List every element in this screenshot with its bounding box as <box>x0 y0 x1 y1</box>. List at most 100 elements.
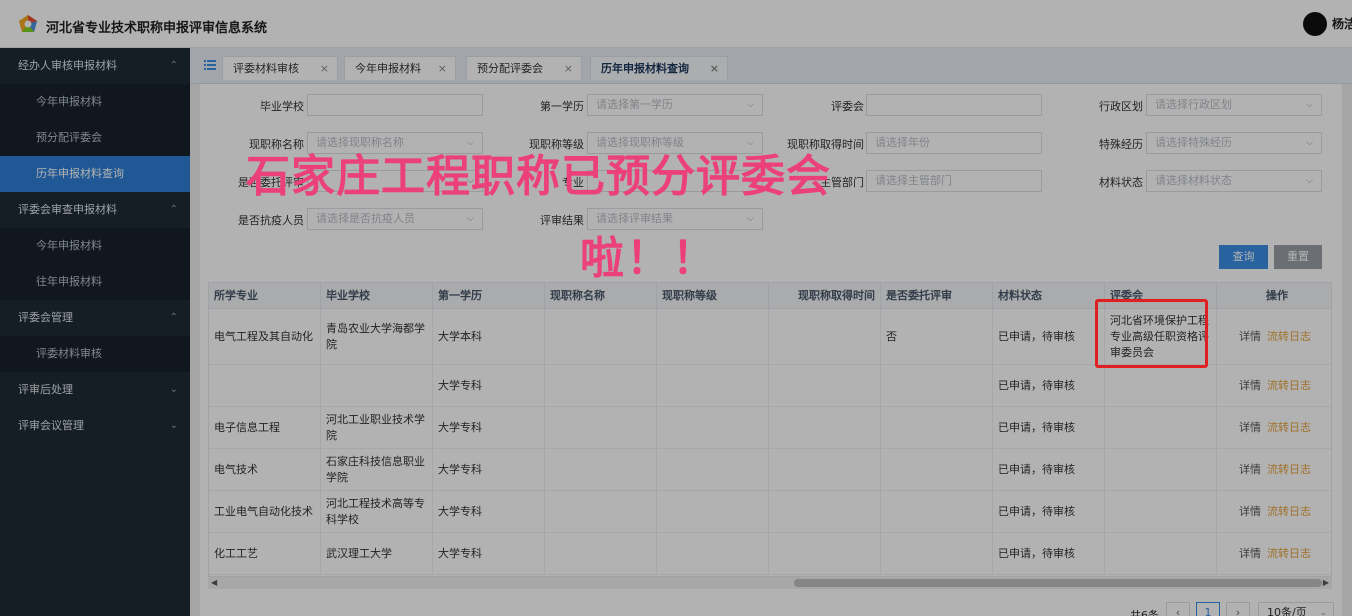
cell-degree: 大学专科 <box>433 533 545 575</box>
app-logo-icon <box>19 15 37 32</box>
close-icon[interactable]: × <box>320 57 329 81</box>
detail-link[interactable]: 详情 <box>1239 504 1261 520</box>
cell-title-time <box>769 365 881 407</box>
sidebar-group-committee-management[interactable]: 评委会管理 ⌃ <box>0 300 190 336</box>
cell-title-name <box>545 309 657 365</box>
column-header[interactable]: 毕业学校 <box>321 283 433 309</box>
flow-log-link[interactable]: 流转日志 <box>1267 378 1311 394</box>
cell-status: 已申请，待审核 <box>993 365 1105 407</box>
prev-page-button[interactable]: ‹ <box>1166 602 1190 616</box>
sidebar-item-preassign[interactable]: 预分配评委会 <box>0 120 190 156</box>
column-header[interactable]: 所学专业 <box>209 283 321 309</box>
region-select[interactable]: 请选择行政区划 ⌵ <box>1146 94 1322 116</box>
chevron-down-icon: ⌵ <box>467 214 474 224</box>
tab-this-year[interactable]: 今年申报材料 × <box>344 56 456 80</box>
tab-label: 评委材料审核 <box>233 62 299 75</box>
query-button[interactable]: 查询 <box>1219 245 1268 269</box>
annotation-highlight-box <box>1095 299 1208 368</box>
sidebar-group-committee-review[interactable]: 评委会审查申报材料 ⌃ <box>0 192 190 228</box>
special-experience-select[interactable]: 请选择特殊经历 ⌵ <box>1146 132 1322 154</box>
user-name[interactable]: 杨洁 <box>1332 15 1352 32</box>
select-placeholder: 请选择第一学历 <box>596 98 673 111</box>
scroll-left-icon[interactable]: ◀ <box>211 578 217 587</box>
user-avatar[interactable] <box>1303 12 1327 36</box>
tab-committee-material-review[interactable]: 评委材料审核 × <box>222 56 338 80</box>
first-degree-select[interactable]: 请选择第一学历 ⌵ <box>587 94 763 116</box>
tab-preassign[interactable]: 预分配评委会 × <box>466 56 582 80</box>
column-header[interactable]: 第一学历 <box>433 283 545 309</box>
column-header[interactable]: 是否委托评审 <box>881 283 993 309</box>
committee-input[interactable] <box>866 94 1042 116</box>
column-header[interactable]: 材料状态 <box>993 283 1105 309</box>
sidebar-group-post-review[interactable]: 评审后处理 ⌄ <box>0 372 190 408</box>
sidebar-group-handler-review[interactable]: 经办人审核申报材料 ⌃ <box>0 48 190 84</box>
filter-label: 评审结果 <box>540 214 584 227</box>
cell-major: 电气技术 <box>209 449 321 491</box>
chevron-up-icon: ⌃ <box>169 312 178 323</box>
column-header[interactable]: 现职称等级 <box>657 283 769 309</box>
detail-link[interactable]: 详情 <box>1239 462 1261 478</box>
cell-committee <box>1105 449 1217 491</box>
flow-log-link[interactable]: 流转日志 <box>1267 462 1311 478</box>
next-page-button[interactable]: › <box>1226 602 1250 616</box>
chevron-up-icon: ⌃ <box>169 204 178 215</box>
cell-major <box>209 365 321 407</box>
cell-actions: 详情 流转日志 <box>1217 365 1331 407</box>
column-header[interactable]: 现职称取得时间 <box>769 283 881 309</box>
horizontal-scrollbar[interactable]: ◀ ▶ <box>208 577 1332 589</box>
cell-title-level <box>657 449 769 491</box>
top-header: 河北省专业技术职称申报评审信息系统 杨洁 <box>0 0 1352 48</box>
cell-title-time <box>769 491 881 533</box>
sidebar-group-meeting-management[interactable]: 评审会议管理 ⌄ <box>0 408 190 444</box>
cell-title-level <box>657 533 769 575</box>
flow-log-link[interactable]: 流转日志 <box>1267 546 1311 562</box>
scrollbar-thumb[interactable] <box>794 579 1322 587</box>
sidebar-group-label: 评委会审查申报材料 <box>18 203 117 216</box>
flow-log-link[interactable]: 流转日志 <box>1267 329 1311 345</box>
sidebar-item-this-year[interactable]: 今年申报材料 <box>0 84 190 120</box>
sidebar: 经办人审核申报材料 ⌃ 今年申报材料 预分配评委会 历年申报材料查询 评委会审查… <box>0 48 190 616</box>
sidebar-group-label: 评审会议管理 <box>18 419 84 432</box>
cell-title-time <box>769 533 881 575</box>
page-size-select[interactable]: 10条/页 ⌄ <box>1258 602 1334 616</box>
close-icon[interactable]: × <box>564 57 573 81</box>
detail-link[interactable]: 详情 <box>1239 378 1261 394</box>
sidebar-item-this-year[interactable]: 今年申报材料 <box>0 228 190 264</box>
detail-link[interactable]: 详情 <box>1239 546 1261 562</box>
cell-major: 工业电气自动化技术 <box>209 491 321 533</box>
school-input[interactable] <box>307 94 483 116</box>
annotation-text-line1: 石家庄工程职称已预分评委会 <box>246 151 831 202</box>
detail-link[interactable]: 详情 <box>1239 420 1261 436</box>
cell-committee <box>1105 491 1217 533</box>
page-number-button[interactable]: 1 <box>1196 602 1220 616</box>
material-status-select[interactable]: 请选择材料状态 ⌵ <box>1146 170 1322 192</box>
column-header[interactable]: 操作 <box>1217 283 1331 309</box>
sidebar-item-history-query[interactable]: 历年申报材料查询 <box>0 156 190 192</box>
cell-title-name <box>545 533 657 575</box>
cell-status: 已申请，待审核 <box>993 309 1105 365</box>
cell-school: 河北工业职业技术学院 <box>321 407 433 449</box>
cell-committee <box>1105 533 1217 575</box>
flow-log-link[interactable]: 流转日志 <box>1267 504 1311 520</box>
cell-actions: 详情 流转日志 <box>1217 533 1331 575</box>
tab-label: 历年申报材料查询 <box>601 62 689 75</box>
scroll-right-icon[interactable]: ▶ <box>1323 578 1329 587</box>
filter-label: 评委会 <box>831 100 864 113</box>
column-header[interactable]: 现职称名称 <box>545 283 657 309</box>
detail-link[interactable]: 详情 <box>1239 329 1261 345</box>
sidebar-group-label: 经办人审核申报材料 <box>18 59 117 72</box>
close-icon[interactable]: × <box>438 57 447 81</box>
cell-committee <box>1105 407 1217 449</box>
sidebar-item-committee-material-review[interactable]: 评委材料审核 <box>0 336 190 372</box>
flow-log-link[interactable]: 流转日志 <box>1267 420 1311 436</box>
chevron-up-icon: ⌃ <box>169 60 178 71</box>
cell-committee <box>1105 365 1217 407</box>
filter-label: 行政区划 <box>1099 100 1143 113</box>
tab-history-query[interactable]: 历年申报材料查询 × <box>590 56 728 80</box>
anti-epidemic-select[interactable]: 请选择是否抗疫人员 ⌵ <box>307 208 483 230</box>
menu-icon[interactable] <box>204 59 216 71</box>
cell-major: 化工工艺 <box>209 533 321 575</box>
sidebar-item-past-years[interactable]: 往年申报材料 <box>0 264 190 300</box>
close-icon[interactable]: × <box>710 57 719 81</box>
reset-button[interactable]: 重置 <box>1274 245 1322 269</box>
